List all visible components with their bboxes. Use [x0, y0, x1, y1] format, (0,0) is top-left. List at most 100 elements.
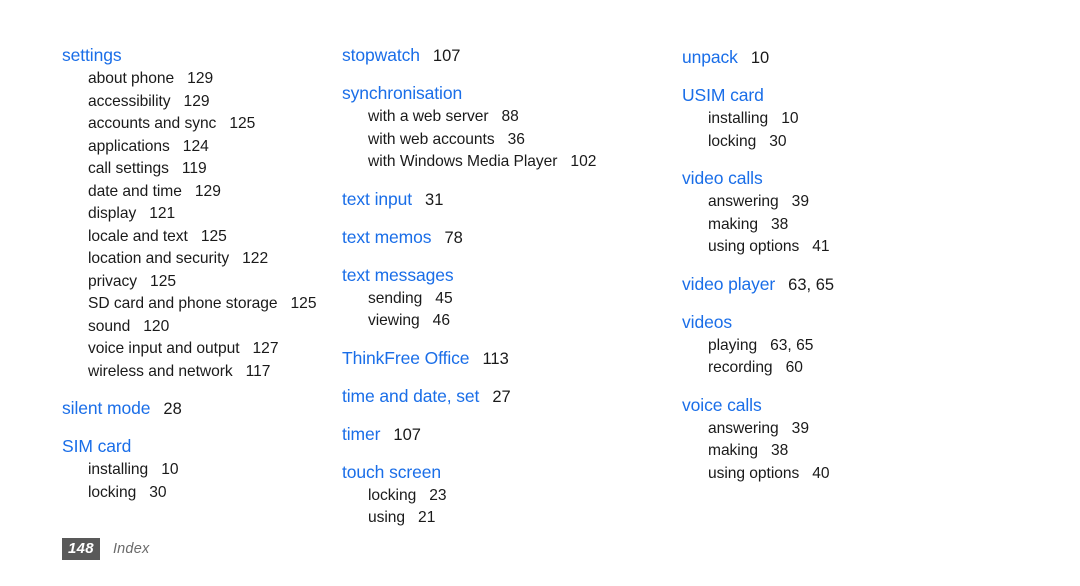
index-subentry-pages: 23 [429, 486, 447, 504]
index-heading-pages: 78 [444, 228, 463, 247]
index-subentry-label: applications [88, 137, 170, 155]
index-subentry-pages: 38 [770, 442, 789, 459]
index-subentry[interactable]: applications 124 [62, 136, 330, 159]
index-subentry[interactable]: accessibility 129 [62, 91, 330, 114]
index-entry-group: video calls answering 39 making 38 using opti… [682, 167, 1020, 259]
index-heading[interactable]: video calls [682, 167, 1020, 191]
index-subentry-pages: 46 [432, 312, 451, 329]
index-heading-label: video player [682, 273, 776, 294]
index-subentry-pages: 60 [785, 359, 803, 376]
index-subentry-list: installing 10 locking 30 [682, 108, 1020, 153]
index-subentry[interactable]: with a web server 88 [342, 106, 660, 129]
index-subentry[interactable]: sending 45 [342, 288, 660, 311]
index-subentry[interactable]: locking 30 [682, 131, 1020, 154]
index-heading-label: text input [342, 188, 413, 209]
index-subentry[interactable]: date and time 129 [62, 181, 330, 204]
index-subentry[interactable]: SD card and phone storage 125 [62, 293, 330, 316]
index-heading[interactable]: SIM card [62, 435, 330, 459]
index-entry-group: stopwatch 107 [342, 44, 660, 68]
index-subentry-pages: 21 [418, 509, 436, 526]
index-subentry-pages: 120 [143, 317, 170, 335]
index-subentry[interactable]: installing 10 [62, 459, 330, 482]
index-subentry[interactable]: privacy 125 [62, 271, 330, 294]
index-entry-group: settings about phone 129 accessibility 129 ac… [62, 44, 330, 383]
index-subentry-label: with a web server [368, 108, 489, 125]
index-heading-label: ThinkFree Office [342, 347, 470, 368]
index-subentry-label: using options [708, 464, 800, 482]
index-heading-label: stopwatch [342, 45, 420, 65]
index-entry-group: USIM card installing 10 locking 30 [682, 84, 1020, 153]
index-heading[interactable]: text messages [342, 264, 660, 288]
index-entry-group: text memos 78 [342, 226, 660, 250]
index-subentry[interactable]: accounts and sync 125 [62, 113, 330, 136]
index-heading[interactable]: ThinkFree Office 113 [342, 347, 660, 371]
index-heading[interactable]: timer 107 [342, 423, 660, 447]
index-subentry[interactable]: call settings 119 [62, 158, 330, 181]
index-heading[interactable]: synchronisation [342, 82, 660, 106]
index-heading-label: USIM card [682, 85, 764, 105]
index-subentry[interactable]: using options 40 [682, 463, 1020, 486]
index-subentry[interactable]: answering 39 [682, 191, 1020, 214]
index-heading-pages: 27 [492, 387, 511, 406]
index-subentry[interactable]: using 21 [342, 507, 660, 530]
index-heading[interactable]: touch screen [342, 461, 660, 485]
index-subentry-label: accounts and sync [88, 115, 217, 132]
index-subentry-pages: 125 [290, 295, 317, 312]
index-subentry[interactable]: with web accounts 36 [342, 129, 660, 152]
index-subentry-label: viewing [368, 312, 420, 329]
index-subentry[interactable]: wireless and network 117 [62, 361, 330, 384]
index-subentry-pages: 36 [507, 130, 525, 148]
index-subentry[interactable]: making 38 [682, 440, 1020, 463]
index-subentry-pages: 122 [242, 250, 269, 267]
index-subentry[interactable]: answering 39 [682, 418, 1020, 441]
index-subentry-list: with a web server 88 with web accounts 36 wi… [342, 106, 660, 174]
index-subentry[interactable]: using options 41 [682, 236, 1020, 259]
index-entry-group: synchronisation with a web server 88 with w… [342, 82, 660, 174]
index-heading[interactable]: silent mode 28 [62, 397, 330, 421]
index-subentry[interactable]: location and security 122 [62, 248, 330, 271]
index-subentry[interactable]: about phone 129 [62, 68, 330, 91]
index-entry-group: SIM card installing 10 locking 30 [62, 435, 330, 504]
index-heading[interactable]: videos [682, 311, 1020, 335]
index-subentry[interactable]: viewing 46 [342, 310, 660, 333]
index-heading[interactable]: stopwatch 107 [342, 44, 660, 68]
index-subentry[interactable]: locking 23 [342, 485, 660, 508]
footer-section-label: Index [112, 541, 150, 557]
index-heading[interactable]: unpack 10 [682, 46, 1020, 70]
index-subentry-list: answering 39 making 38 using options 40 [682, 418, 1020, 486]
index-heading-label: silent mode [62, 398, 151, 418]
index-subentry[interactable]: making 38 [682, 214, 1020, 237]
index-subentry[interactable]: locale and text 125 [62, 226, 330, 249]
index-subentry-pages: 45 [435, 289, 453, 307]
index-subentry[interactable]: installing 10 [682, 108, 1020, 131]
index-entry-group: touch screen locking 23 using 21 [342, 461, 660, 530]
index-heading-pages: 31 [425, 190, 444, 209]
index-heading[interactable]: text input 31 [342, 188, 660, 212]
index-heading-pages: 107 [393, 425, 421, 444]
index-subentry-pages: 10 [161, 461, 179, 478]
index-subentry[interactable]: sound 120 [62, 316, 330, 339]
index-subentry-pages: 63, 65 [770, 336, 814, 354]
index-heading[interactable]: USIM card [682, 84, 1020, 108]
index-subentry[interactable]: recording 60 [682, 357, 1020, 380]
index-subentry-pages: 88 [501, 108, 519, 125]
index-subentry[interactable]: display 121 [62, 203, 330, 226]
index-heading[interactable]: settings [62, 44, 330, 68]
index-subentry-pages: 117 [245, 362, 271, 380]
index-subentry-label: voice input and output [88, 340, 240, 357]
index-subentry[interactable]: with Windows Media Player 102 [342, 151, 660, 174]
index-subentry[interactable]: locking 30 [62, 482, 330, 505]
index-heading[interactable]: text memos 78 [342, 226, 660, 250]
index-heading-label: synchronisation [342, 83, 463, 103]
index-subentry-label: privacy [88, 272, 138, 290]
index-subentry[interactable]: playing 63, 65 [682, 335, 1020, 358]
index-heading[interactable]: time and date, set 27 [342, 385, 660, 409]
index-subentry-list: playing 63, 65 recording 60 [682, 335, 1020, 380]
index-heading[interactable]: video player 63, 65 [682, 273, 1020, 297]
column-3: unpack 10 USIM card installing 10 locking 30 vi… [660, 44, 1020, 485]
column-1: settings about phone 129 accessibility 129 ac… [0, 44, 330, 504]
index-subentry[interactable]: voice input and output 127 [62, 338, 330, 361]
column-2: stopwatch 107 synchronisation with a web se… [330, 44, 660, 530]
index-heading[interactable]: voice calls [682, 394, 1020, 418]
index-subentry-pages: 41 [812, 238, 830, 255]
